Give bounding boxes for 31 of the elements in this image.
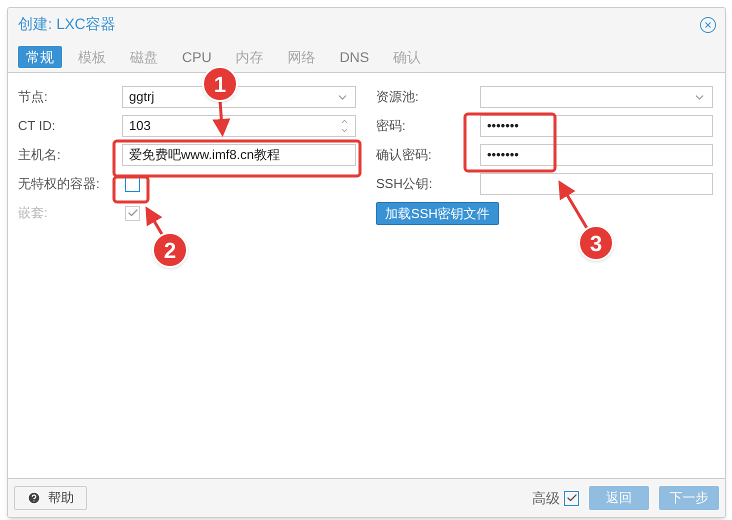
number-field[interactable]: 103 (122, 115, 356, 137)
select-field[interactable] (480, 86, 713, 108)
field-label: 无特权的容器: (18, 175, 101, 194)
tab[interactable]: 常规 (18, 46, 62, 68)
field-label: 节点: (18, 88, 49, 106)
input-field[interactable]: ••••••• (480, 144, 713, 166)
arrow (145, 206, 164, 237)
window-title: 创建: LXC容器 (18, 14, 117, 35)
check-icon (566, 492, 578, 504)
field-label: 密码: (376, 117, 407, 136)
checkbox[interactable] (125, 176, 140, 192)
tab[interactable]: DNS (332, 46, 378, 68)
field-label: 嵌套: (18, 204, 49, 222)
field-label: 主机名: (18, 146, 62, 164)
check-icon (126, 207, 138, 219)
help-button[interactable]: 帮助 (14, 486, 87, 510)
help-icon (27, 491, 41, 505)
advanced-label: 高级 (532, 488, 560, 508)
arrow (212, 100, 230, 137)
tab[interactable]: CPU (174, 46, 220, 68)
field-label: 资源池: (376, 88, 420, 106)
checkbox[interactable] (564, 490, 579, 506)
input-field[interactable]: 爱免费吧www.imf8.cn教程 (122, 144, 356, 166)
load-ssh-key-button[interactable]: 加载SSH密钥文件 (376, 202, 499, 226)
input-field[interactable] (480, 173, 713, 195)
close-icon[interactable] (699, 16, 717, 34)
arrow (558, 180, 590, 231)
field-label: 确认密码: (376, 146, 433, 164)
field-label: CT ID: (18, 117, 56, 136)
field-label: SSH公钥: (376, 175, 434, 194)
input-field[interactable]: ••••••• (480, 115, 713, 137)
